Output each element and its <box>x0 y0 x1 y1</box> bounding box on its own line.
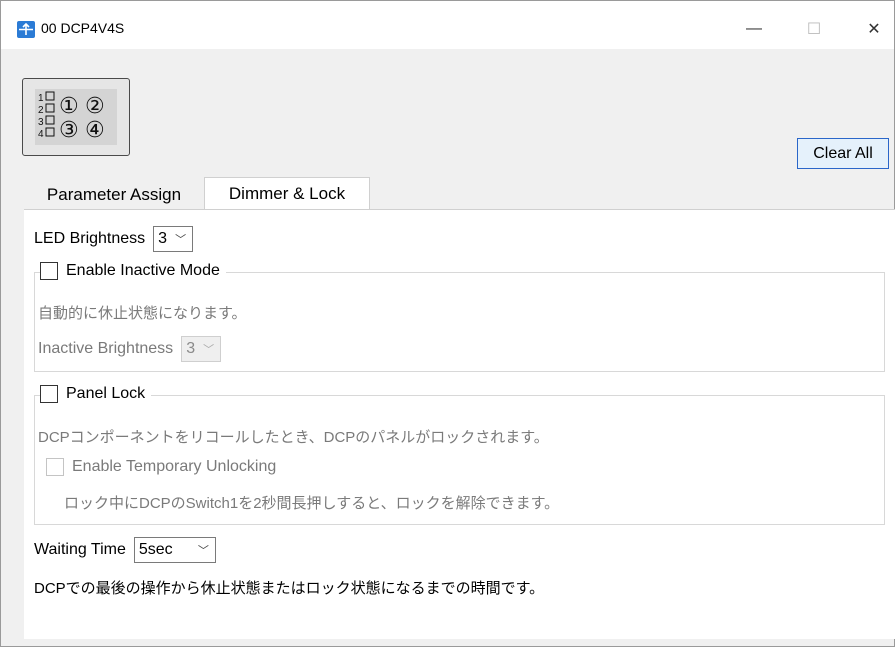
led-brightness-value: 3 <box>158 230 168 247</box>
temporary-unlock-row: Enable Temporary Unlocking <box>46 458 276 476</box>
waiting-time-description: DCPでの最後の操作から休止状態またはロック状態になるまでの時間です。 <box>34 580 545 597</box>
chevron-down-icon: ﹀ <box>197 545 209 557</box>
led-brightness-row: LED Brightness 3 ﹀ <box>34 226 194 252</box>
knob-2-icon: ② <box>85 94 105 119</box>
inactive-brightness-label: Inactive Brightness <box>38 340 174 357</box>
waiting-time-select[interactable]: 5sec ﹀ <box>133 537 216 563</box>
device-row-4: 4 <box>38 129 44 140</box>
chevron-down-icon: ﹀ <box>203 344 215 356</box>
inactive-brightness-value: 3 <box>186 340 196 357</box>
enable-temporary-unlocking-checkbox[interactable] <box>46 458 64 476</box>
inactive-brightness-row: Inactive Brightness 3 ﹀ <box>38 336 222 362</box>
inactive-mode-group: Enable Inactive Mode 自動的に休止状態になります。 Inac… <box>34 262 885 372</box>
waiting-time-label: Waiting Time <box>34 541 126 558</box>
enable-inactive-mode-checkbox[interactable] <box>40 262 58 280</box>
tab-dimmer-lock[interactable]: Dimmer & Lock <box>204 177 370 209</box>
led-brightness-select[interactable]: 3 ﹀ <box>153 226 194 252</box>
panel-lock-legend: Panel Lock <box>40 385 152 403</box>
panel-lock-label: Panel Lock <box>66 385 146 402</box>
title-bar: 00 DCP4V4S — ☐ ✕ <box>1 1 894 49</box>
device-row-3: 3 <box>38 117 44 128</box>
inactive-brightness-select[interactable]: 3 ﹀ <box>181 336 222 362</box>
device-row-2: 2 <box>38 105 44 116</box>
maximize-button[interactable]: ☐ <box>791 9 837 49</box>
led-brightness-label: LED Brightness <box>34 230 146 247</box>
enable-temporary-unlocking-label: Enable Temporary Unlocking <box>72 458 277 475</box>
knob-1-icon: ① <box>59 94 79 119</box>
enable-inactive-mode-label: Enable Inactive Mode <box>66 262 220 279</box>
chevron-down-icon: ﹀ <box>175 234 187 246</box>
window-title: 00 DCP4V4S <box>41 20 125 36</box>
panel-lock-group: Panel Lock DCPコンポーネントをリコールしたとき、DCPのパネルがロ… <box>34 385 885 525</box>
device-panel-button[interactable]: 1 2 3 4 ① ② ③ ④ <box>22 78 130 156</box>
panel-lock-description: DCPコンポーネントをリコールしたとき、DCPのパネルがロックされます。 <box>38 429 549 446</box>
clear-all-button[interactable]: Clear All <box>797 138 889 169</box>
knob-3-icon: ③ <box>59 118 79 143</box>
waiting-time-row: Waiting Time 5sec ﹀ <box>34 537 216 563</box>
inactive-mode-description: 自動的に休止状態になります。 <box>38 305 247 322</box>
app-icon <box>17 21 35 38</box>
panel-lock-checkbox[interactable] <box>40 385 58 403</box>
tab-parameter-assign[interactable]: Parameter Assign <box>24 180 204 209</box>
dcp-panel-icon: 1 2 3 4 ① ② ③ ④ <box>35 89 117 145</box>
device-row-1: 1 <box>38 93 44 104</box>
inactive-mode-legend: Enable Inactive Mode <box>40 262 226 280</box>
waiting-time-value: 5sec <box>138 541 173 558</box>
close-button[interactable]: ✕ <box>851 9 896 49</box>
minimize-button[interactable]: — <box>731 9 777 49</box>
knob-4-icon: ④ <box>85 118 105 143</box>
dcp-layout-graphic: 1 2 3 4 ① ② ③ ④ <box>38 91 105 143</box>
dimmer-lock-panel: LED Brightness 3 ﹀ Enable Inactive Mode … <box>24 209 895 639</box>
temporary-unlock-description: ロック中にDCPのSwitch1を2秒間長押しすると、ロックを解除できます。 <box>64 495 560 512</box>
